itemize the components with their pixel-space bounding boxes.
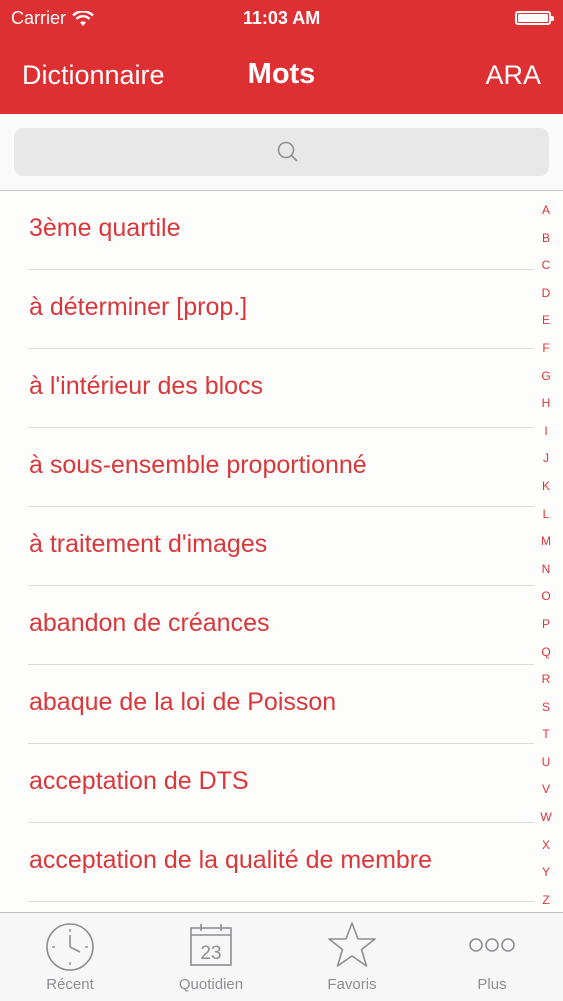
word-label: abandon de créances xyxy=(29,609,270,637)
index-letter-m[interactable]: M xyxy=(537,531,555,559)
word-label: acceptation de DTS xyxy=(29,767,249,795)
index-letter-j[interactable]: J xyxy=(537,448,555,476)
list-item[interactable]: abandon de créances xyxy=(0,586,540,665)
search-input[interactable] xyxy=(14,128,549,176)
star-icon xyxy=(328,922,376,967)
index-letter-e[interactable]: E xyxy=(537,310,555,338)
status-bar: Carrier 11:03 AM xyxy=(0,0,563,40)
index-letter-c[interactable]: C xyxy=(537,255,555,283)
index-letter-b[interactable]: B xyxy=(537,228,555,256)
index-letter-i[interactable]: I xyxy=(537,421,555,449)
word-label: abaque de la loi de Poisson xyxy=(29,688,337,716)
index-letter-h[interactable]: H xyxy=(537,393,555,421)
index-letter-o[interactable]: O xyxy=(537,586,555,614)
index-letter-f[interactable]: F xyxy=(537,338,555,366)
index-letter-p[interactable]: P xyxy=(537,614,555,642)
tab-more-label: Plus xyxy=(477,976,507,993)
index-letter-s[interactable]: S xyxy=(537,697,555,725)
word-label: à l'intérieur des blocs xyxy=(29,372,264,400)
index-letter-u[interactable]: U xyxy=(537,752,555,780)
list-item[interactable]: à déterminer [prop.] xyxy=(0,270,540,349)
top-bar: Carrier 11:03 AM Dictionnaire Mots ARA xyxy=(0,0,563,114)
index-letter-d[interactable]: D xyxy=(537,283,555,311)
status-time: 11:03 AM xyxy=(242,8,321,28)
index-letter-k[interactable]: K xyxy=(537,476,555,504)
index-letter-v[interactable]: V xyxy=(537,779,555,807)
list-item[interactable]: acceptation de DTS xyxy=(0,744,540,823)
tab-daily[interactable]: 23 Quotidien xyxy=(141,913,281,1001)
index-letter-w[interactable]: W xyxy=(537,807,555,835)
word-label: à déterminer [prop.] xyxy=(29,293,248,321)
tab-bar: Récent 23 Quotidien Favoris Plus xyxy=(0,912,563,1001)
list-item[interactable]: à traitement d'images xyxy=(0,507,540,586)
page-title: Mots xyxy=(247,58,316,90)
index-letter-r[interactable]: R xyxy=(537,669,555,697)
index-letter-a[interactable]: A xyxy=(537,200,555,228)
list-item[interactable]: acceptation de la qualité de membre xyxy=(0,823,540,902)
list-item[interactable]: à l'intérieur des blocs xyxy=(0,349,540,428)
navigation-bar: Dictionnaire Mots ARA xyxy=(0,52,563,100)
index-letter-y[interactable]: Y xyxy=(537,862,555,890)
search-icon xyxy=(277,141,298,162)
index-letter-g[interactable]: G xyxy=(537,366,555,394)
tab-favorites[interactable]: Favoris xyxy=(282,913,422,1001)
alphabet-index[interactable]: A B C D E F G H I J K L M N O P Q R S T … xyxy=(537,200,555,917)
index-letter-l[interactable]: L xyxy=(537,504,555,532)
battery-icon xyxy=(515,11,554,25)
tab-more[interactable]: Plus xyxy=(422,913,562,1001)
index-letter-x[interactable]: X xyxy=(537,835,555,863)
word-label: acceptation de la qualité de membre xyxy=(29,846,433,874)
tab-recent[interactable]: Récent xyxy=(0,913,140,1001)
calendar-icon: 23 xyxy=(190,924,232,966)
word-list: 3ème quartile à déterminer [prop.] à l'i… xyxy=(0,191,540,902)
list-item[interactable]: abaque de la loi de Poisson xyxy=(0,665,540,744)
index-letter-t[interactable]: T xyxy=(537,724,555,752)
list-item[interactable]: 3ème quartile xyxy=(0,191,540,270)
tab-recent-label: Récent xyxy=(46,976,94,993)
tab-daily-label: Quotidien xyxy=(178,976,244,993)
more-icon xyxy=(469,938,515,952)
search-area xyxy=(0,114,563,191)
tab-favorites-label: Favoris xyxy=(327,976,377,993)
word-label: à traitement d'images xyxy=(29,530,268,558)
word-label: à sous-ensemble proportionné xyxy=(29,451,367,479)
clock-icon xyxy=(46,923,94,971)
index-letter-n[interactable]: N xyxy=(537,559,555,587)
index-letter-q[interactable]: Q xyxy=(537,642,555,670)
language-button[interactable]: ARA xyxy=(485,60,541,91)
word-label: 3ème quartile xyxy=(29,214,181,242)
calendar-date: 23 xyxy=(200,943,221,964)
list-item[interactable]: à sous-ensemble proportionné xyxy=(0,428,540,507)
